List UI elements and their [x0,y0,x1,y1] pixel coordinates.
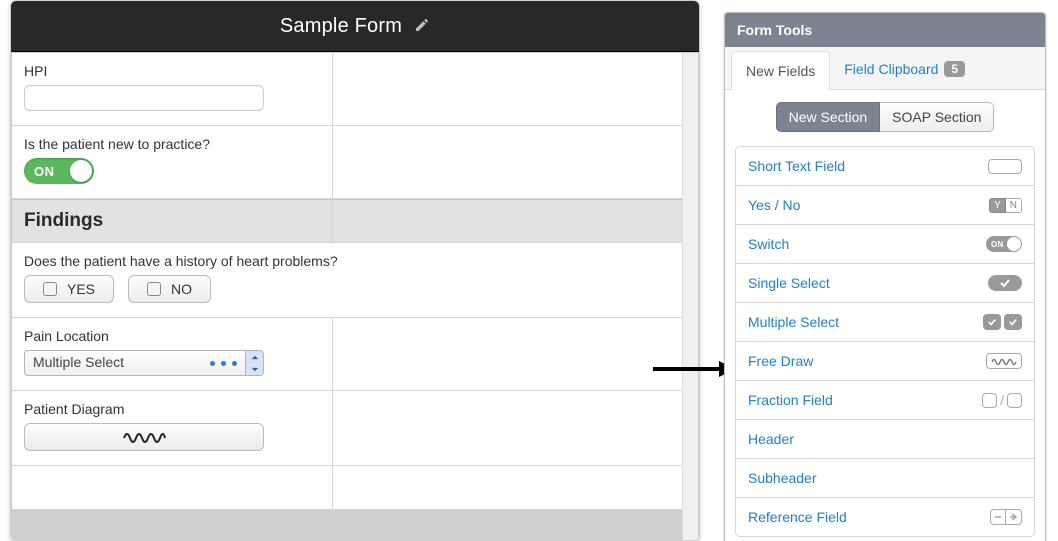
field-type-label: Single Select [748,275,830,291]
pain-location-label: Pain Location [24,328,320,344]
field-type-multiple-select[interactable]: Multiple Select [735,302,1035,342]
field-type-fraction-field[interactable]: Fraction Field / [735,380,1035,420]
field-type-list: Short Text Field Yes / No YN Switch ON Single… [735,146,1035,536]
diagram-label: Patient Diagram [24,401,320,417]
hpi-label: HPI [24,63,320,79]
findings-title: Findings [24,210,103,231]
fraction-icon: / [982,392,1022,408]
scrollbar[interactable] [682,53,698,541]
field-new-patient[interactable]: Is the patient new to practice? ON [12,126,682,199]
checkbox-icon [147,282,161,296]
no-label: NO [171,281,192,297]
new-patient-switch[interactable]: ON [24,158,94,184]
field-type-label: Fraction Field [748,392,833,408]
history-label: Does the patient have a history of heart… [24,253,670,269]
multiselect-placeholder: Multiple Select [25,351,210,375]
dots-icon [210,351,245,375]
tab-clipboard-label: Field Clipboard [844,61,938,77]
field-pain-location[interactable]: Pain Location Multiple Select [12,318,682,391]
pencil-icon[interactable] [414,17,430,36]
field-type-short-text-field[interactable]: Short Text Field [735,146,1035,186]
form-panel: Sample Form HPI [10,0,700,541]
field-type-free-draw[interactable]: Free Draw [735,341,1035,381]
clipboard-count-badge: 5 [944,61,965,77]
form-body: HPI Is the patient new to practice? ON [11,51,699,541]
tab-new-fields[interactable]: New Fields [731,51,830,90]
field-type-label: Header [748,431,794,447]
yes-button[interactable]: YES [24,275,114,303]
new-section-button[interactable]: New Section [776,102,881,132]
form-tools-panel: Form Tools New Fields Field Clipboard 5 … [724,12,1046,541]
switch-knob [70,160,92,182]
field-type-reference-field[interactable]: Reference Field [735,497,1035,537]
field-type-single-select[interactable]: Single Select [735,263,1035,303]
diagram-button[interactable] [24,423,264,451]
multi-select-icon [983,314,1022,330]
form-title: Sample Form [280,15,402,38]
tab-new-fields-label: New Fields [746,63,815,79]
scribble-icon [122,428,166,447]
free-draw-icon [986,353,1022,369]
field-type-header[interactable]: Header [735,419,1035,459]
field-type-label: Switch [748,236,789,252]
field-type-label: Free Draw [748,353,813,369]
field-patient-diagram[interactable]: Patient Diagram [12,391,682,466]
yes-label: YES [67,281,95,297]
section-findings[interactable]: Findings [12,199,682,243]
tab-field-clipboard[interactable]: Field Clipboard 5 [830,47,979,89]
switch-on-label: ON [24,164,55,179]
field-type-label: Short Text Field [748,158,845,174]
single-select-icon [988,275,1022,291]
tools-header: Form Tools [725,13,1045,47]
arrow-icon [651,360,735,378]
field-type-label: Reference Field [748,509,847,525]
section-button-group: New Section SOAP Section [735,102,1035,132]
reference-icon [990,509,1022,525]
field-type-label: Yes / No [748,197,800,213]
field-type-subheader[interactable]: Subheader [735,458,1035,498]
checkbox-icon [43,282,57,296]
stepper-icon[interactable] [245,351,263,375]
tools-tabs: New Fields Field Clipboard 5 [725,47,1045,90]
yes-no-icon: YN [989,198,1022,213]
text-field-icon [988,159,1022,174]
field-history[interactable]: Does the patient have a history of heart… [12,243,682,318]
form-footer-strip [12,510,682,540]
no-button[interactable]: NO [128,275,211,303]
field-type-label: Subheader [748,470,817,486]
switch-icon: ON [986,236,1022,252]
field-type-label: Multiple Select [748,314,839,330]
field-hpi[interactable]: HPI [12,53,682,126]
field-type-yes-no[interactable]: Yes / No YN [735,185,1035,225]
pain-location-select[interactable]: Multiple Select [24,350,264,376]
new-patient-label: Is the patient new to practice? [24,136,320,152]
field-type-switch[interactable]: Switch ON [735,224,1035,264]
soap-section-button[interactable]: SOAP Section [880,102,994,132]
hpi-input[interactable] [24,85,264,111]
empty-row [12,466,682,510]
form-header: Sample Form [11,1,699,51]
